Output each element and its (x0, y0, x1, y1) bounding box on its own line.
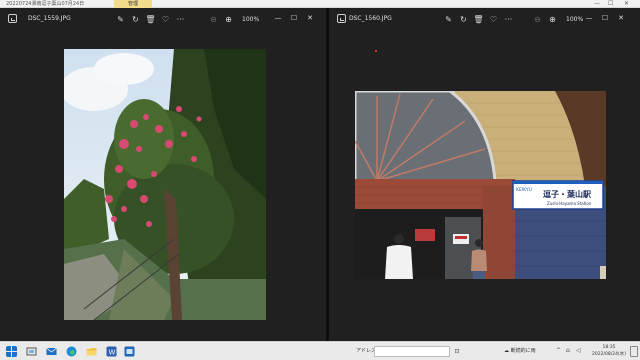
rotate-icon[interactable]: ↻ (128, 13, 143, 25)
weather-text: 断続的に雨 (510, 348, 536, 354)
zoom-in-icon[interactable]: ⊕ (221, 13, 236, 25)
sign-brand: KEIKYU (516, 187, 532, 193)
photo-toolbar: ✎ ↻ 🗑 ♡ ··· ⊖ ⊕ 100% (113, 13, 259, 25)
maximize-button[interactable]: ☐ (597, 12, 613, 24)
address-go-icon[interactable]: ⊡ (452, 346, 462, 357)
maximize-button[interactable]: ☐ (286, 12, 302, 24)
clock-time: 18:35 (602, 345, 616, 350)
favorite-heart-icon[interactable]: ♡ (486, 13, 501, 25)
edit-image-icon[interactable]: ✎ (113, 13, 128, 25)
notification-center-icon[interactable] (630, 346, 638, 357)
photos-app-taskbar-icon[interactable] (124, 346, 135, 357)
rotate-icon[interactable]: ↻ (456, 13, 471, 25)
station-photo: KEIKYU 逗子・葉山駅 Zushi·Hayama Station (355, 91, 606, 279)
delete-icon[interactable]: 🗑 (471, 13, 486, 25)
sign-romaji: Zushi·Hayama Station (547, 201, 592, 206)
explorer-close-button[interactable]: ✕ (624, 0, 629, 8)
photo-filename: DSC_1560.JPG (349, 15, 392, 22)
desktop: 20220724湘南逗子葉山07月24日 管理 — ☐ ✕ DSC_1559.J… (0, 0, 640, 360)
network-icon[interactable]: ⌂ (566, 345, 570, 357)
window-controls-left: — ☐ ✕ (270, 12, 318, 24)
file-explorer-icon[interactable] (86, 346, 97, 357)
delete-icon[interactable]: 🗑 (143, 13, 158, 25)
more-options-icon[interactable]: ··· (173, 13, 188, 25)
zoom-in-icon[interactable]: ⊕ (545, 13, 560, 25)
edge-browser-icon[interactable] (66, 346, 77, 357)
photo-filename: DSC_1559.JPG (28, 15, 71, 22)
system-clock[interactable]: 18:35 2022/08/24(水) (590, 344, 628, 358)
weather-cloud-icon: ☁ (504, 348, 511, 354)
clock-date: 2022/08/24(水) (592, 352, 626, 357)
svg-text:W: W (109, 349, 116, 357)
zoom-level: 100% (242, 15, 260, 23)
photos-app-icon (337, 14, 346, 23)
explorer-minimize-button[interactable]: — (594, 0, 600, 8)
photos-window-right: DSC_1560.JPG ✎ ↻ 🗑 ♡ ··· ⊖ ⊕ 100% — ☐ ✕ (329, 8, 640, 341)
word-app-icon[interactable]: W (106, 346, 117, 357)
photos-titlebar-right: DSC_1560.JPG ✎ ↻ 🗑 ♡ ··· ⊖ ⊕ 100% — ☐ ✕ (329, 8, 640, 30)
taskbar: W アドレス ⊡ ☁ 断続的に雨 ⌃ ⌂ ◁ 18:35 2022/08/24(… (0, 341, 640, 360)
cursor-mark (375, 50, 377, 52)
sign-station-name: 逗子・葉山駅 (543, 189, 592, 199)
more-options-icon[interactable]: ··· (501, 13, 516, 25)
weather-widget[interactable]: ☁ 断続的に雨 (504, 346, 536, 357)
crape-myrtle-photo (64, 49, 266, 320)
task-view-icon[interactable] (26, 346, 37, 357)
explorer-title-strip: 20220724湘南逗子葉山07月24日 管理 — ☐ ✕ (0, 0, 640, 8)
favorite-heart-icon[interactable]: ♡ (158, 13, 173, 25)
photos-window-left: DSC_1559.JPG ✎ ↻ 🗑 ♡ ··· ⊖ ⊕ 100% — ☐ ✕ (0, 8, 326, 341)
address-label: アドレス (356, 348, 377, 354)
close-button[interactable]: ✕ (302, 12, 318, 24)
volume-icon[interactable]: ◁ (576, 345, 581, 357)
photo-toolbar: ✎ ↻ 🗑 ♡ ··· ⊖ ⊕ 100% (441, 13, 583, 25)
photos-titlebar-left: DSC_1559.JPG ✎ ↻ 🗑 ♡ ··· ⊖ ⊕ 100% — ☐ ✕ (0, 8, 326, 30)
explorer-path: 20220724湘南逗子葉山07月24日 (6, 1, 85, 7)
zoom-out-icon[interactable]: ⊖ (206, 13, 221, 25)
photos-app-icon (8, 14, 17, 23)
address-toolbar-input[interactable] (374, 346, 450, 357)
minimize-button[interactable]: — (270, 12, 286, 24)
edit-image-icon[interactable]: ✎ (441, 13, 456, 25)
manage-tab[interactable]: 管理 (114, 0, 152, 8)
minimize-button[interactable]: — (581, 12, 597, 24)
window-controls-right: — ☐ ✕ (581, 12, 629, 24)
close-button[interactable]: ✕ (613, 12, 629, 24)
mail-icon[interactable] (46, 346, 57, 357)
zoom-out-icon[interactable]: ⊖ (530, 13, 545, 25)
windows-start-icon[interactable] (6, 346, 17, 357)
explorer-maximize-button[interactable]: ☐ (608, 0, 613, 8)
tray-expand-icon[interactable]: ⌃ (556, 345, 561, 357)
